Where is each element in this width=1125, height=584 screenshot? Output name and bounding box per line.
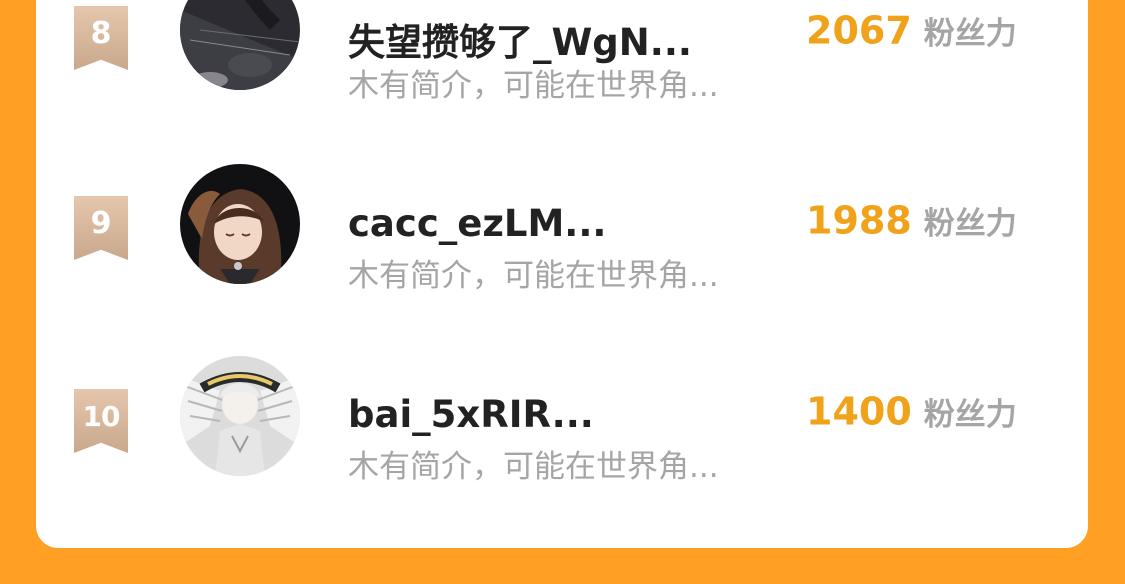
user-bio: 木有简介，可能在世界角... [348, 449, 719, 485]
avatar[interactable] [180, 164, 300, 284]
dark-figure-avatar-image [180, 0, 300, 90]
fan-power-score: 1988 粉丝力 [806, 198, 1017, 243]
anime-girl-avatar-image [180, 164, 300, 284]
winged-anime-avatar-image [180, 356, 300, 476]
user-bio: 木有简介，可能在世界角... [348, 68, 719, 104]
fan-power-score: 2067 粉丝力 [806, 8, 1017, 53]
user-name[interactable]: cacc_ezLM... [348, 202, 606, 245]
score-value: 2067 [806, 8, 912, 53]
score-value: 1988 [806, 198, 912, 243]
score-unit: 粉丝力 [923, 16, 1017, 52]
ranking-card: 8 失望攒够了_WgN... 木有简介，可能在世界角... 2067 粉丝力 9 [36, 0, 1088, 548]
ranking-row[interactable]: 9 cacc_ezLM... 木有简介，可能在世界角... 1988 粉丝力 [36, 152, 1088, 342]
user-bio: 木有简介，可能在世界角... [348, 258, 719, 294]
ranking-row[interactable]: 10 bai_5xRIR... 木有简介，可能在世界角... 1400 粉丝力 [36, 343, 1088, 533]
avatar[interactable] [180, 0, 300, 90]
rank-badge: 9 [74, 196, 128, 260]
user-name[interactable]: bai_5xRIR... [348, 393, 594, 436]
rank-badge: 10 [74, 389, 128, 453]
ranking-row[interactable]: 8 失望攒够了_WgN... 木有简介，可能在世界角... 2067 粉丝力 [36, 0, 1088, 150]
score-value: 1400 [806, 389, 912, 434]
score-unit: 粉丝力 [923, 206, 1017, 242]
score-unit: 粉丝力 [923, 397, 1017, 433]
fan-power-score: 1400 粉丝力 [806, 389, 1017, 434]
avatar[interactable] [180, 356, 300, 476]
user-name[interactable]: 失望攒够了_WgN... [348, 12, 692, 66]
rank-badge: 8 [74, 6, 128, 70]
